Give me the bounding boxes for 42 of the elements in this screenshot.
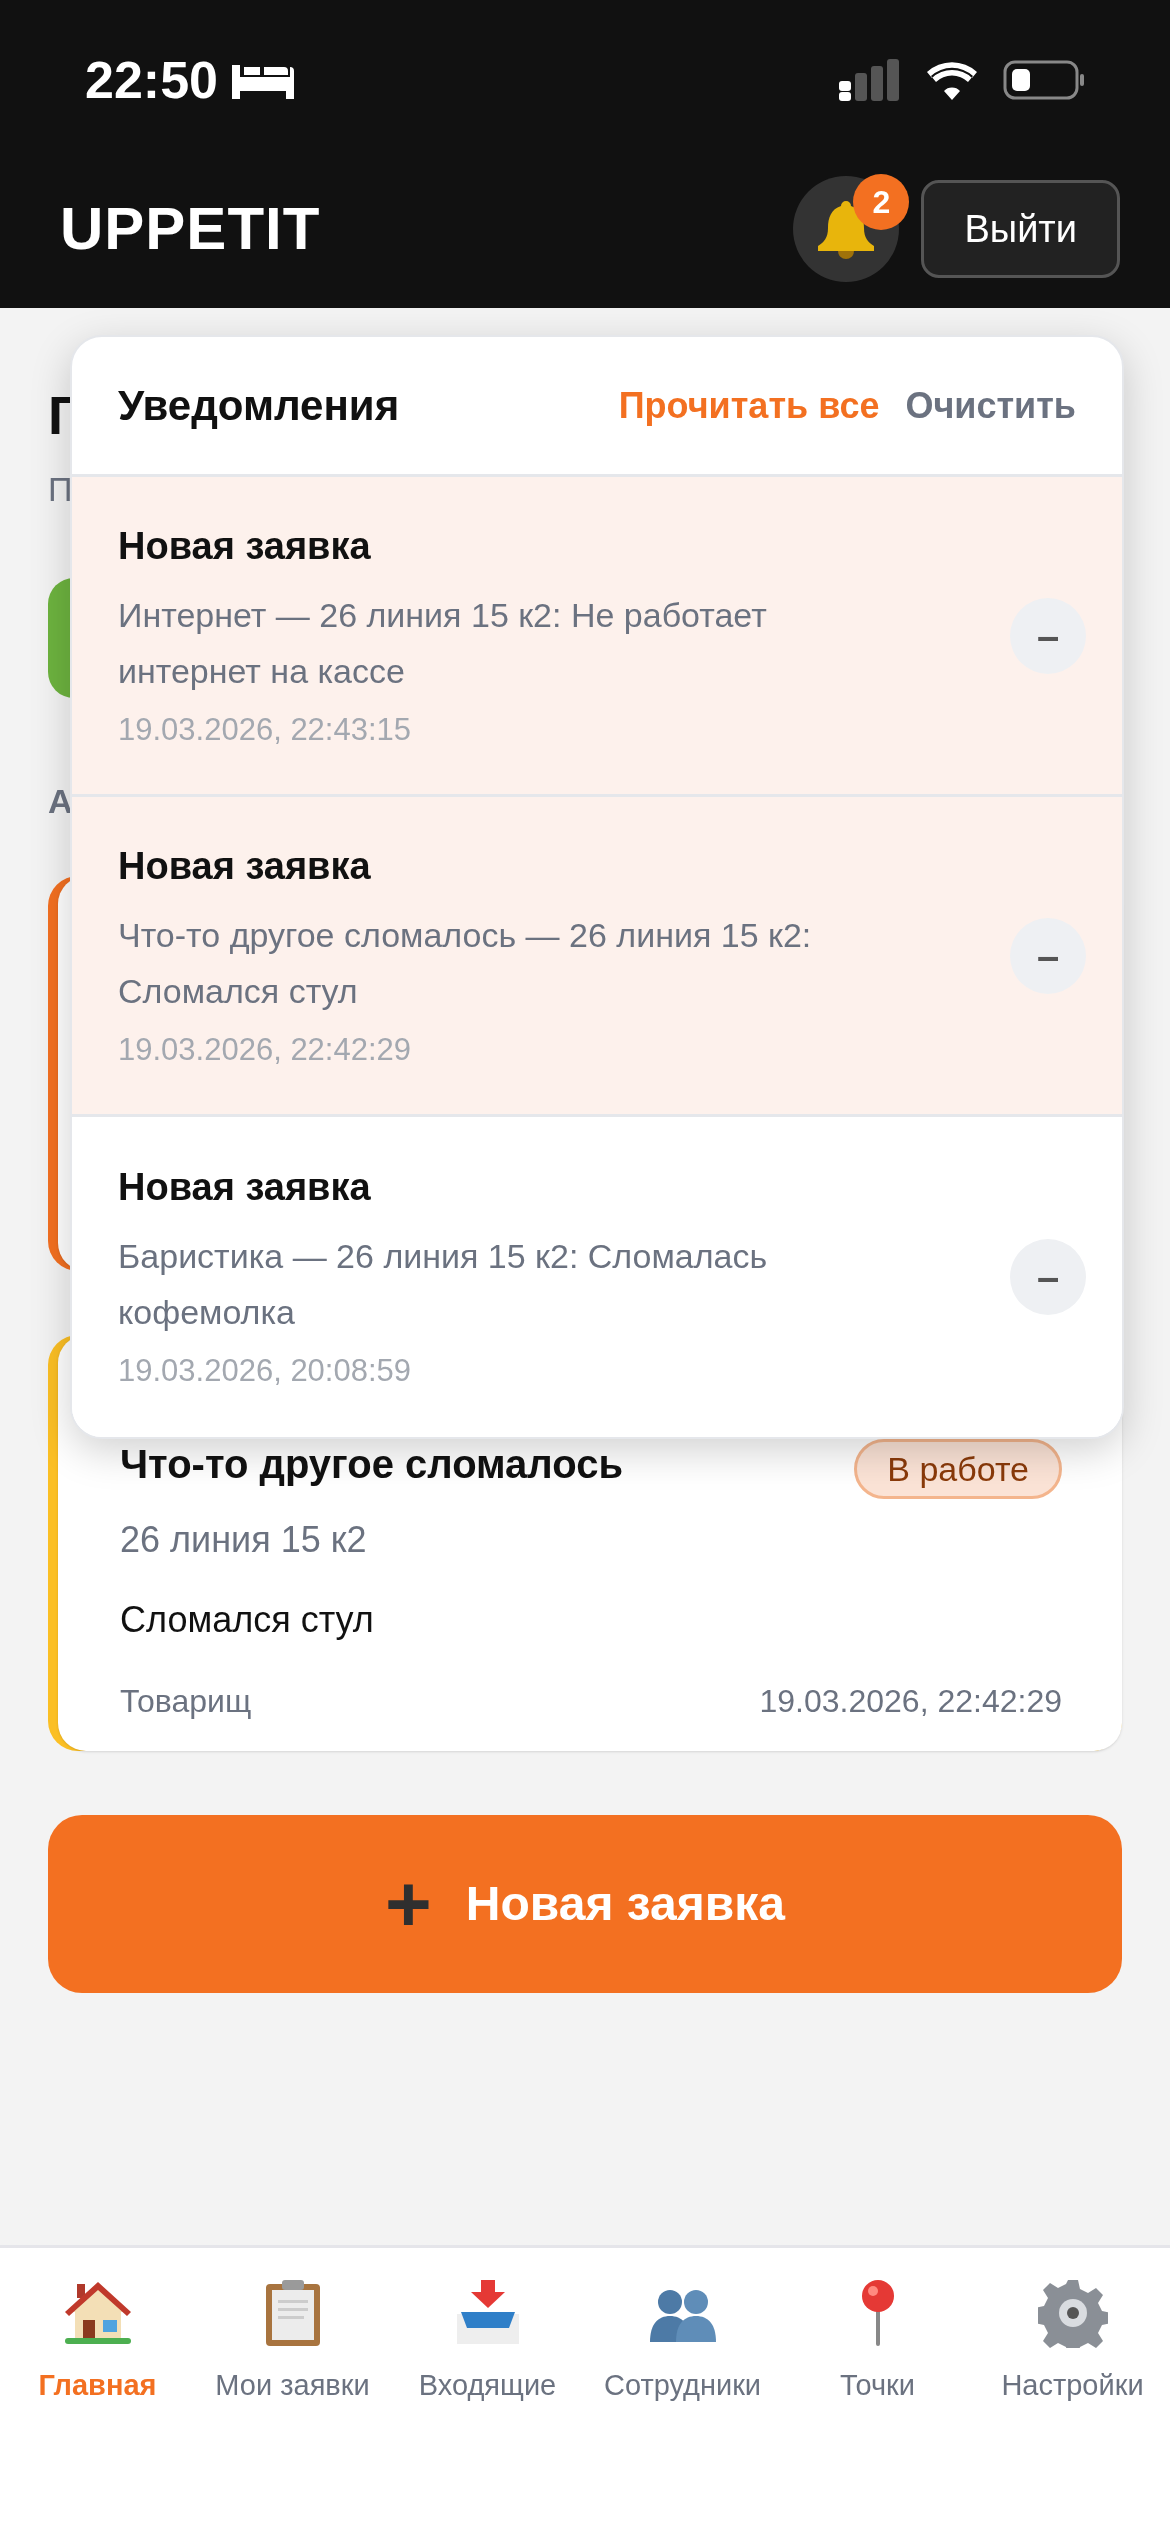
request-author: Товарищ <box>120 1682 252 1721</box>
status-time: 22:50 <box>85 50 218 111</box>
notification-item[interactable]: Новая заявка Интернет — 26 линия 15 к2: Не работает интернет на кассе 19.03.2026, 22:43:15 – <box>72 477 1122 797</box>
panel-title: Уведомления <box>118 381 400 431</box>
notification-time: 19.03.2026, 22:43:15 <box>118 710 413 749</box>
notification-text: Что-то другое сломалось — 26 линия 15 к2: Сломался стул <box>118 914 813 1012</box>
nav-tab[interactable]: Мои заявки <box>195 2278 390 2408</box>
notification-title: Новая заявка <box>118 523 372 569</box>
logout-button[interactable]: Выйти <box>921 180 1120 278</box>
request-address: 26 линия 15 к2 <box>120 1518 368 1562</box>
nav-tab[interactable]: Главная <box>0 2278 195 2408</box>
logo: UPPETIT <box>60 194 321 264</box>
plus-icon: + <box>385 1864 432 1944</box>
page-subtitle: П <box>48 472 74 506</box>
notification-text: Интернет — 26 линия 15 к2: Не работает интернет на кассе <box>118 594 768 692</box>
new-request-button[interactable]: + Новая заявка <box>48 1815 1122 1993</box>
dismiss-button[interactable]: – <box>1010 1239 1086 1315</box>
clear-link[interactable]: Очистить <box>905 378 1076 433</box>
nav-tab[interactable]: Точки <box>780 2278 975 2408</box>
request-title: Что-то другое сломалось <box>120 1441 623 1488</box>
section-label: А <box>48 784 74 818</box>
nav-tab[interactable]: Входящие <box>390 2278 585 2408</box>
notification-title: Новая заявка <box>118 1165 372 1211</box>
notification-text: Баристика — 26 линия 15 к2: Сломалась кофемолка <box>118 1236 769 1334</box>
notification-item[interactable]: Новая заявка Что-то другое сломалось — 26 линия 15 к2: Сломался стул 19.03.2026, 22:42:29 – <box>72 797 1122 1117</box>
request-time: 19.03.2026, 22:42:29 <box>759 1682 1062 1721</box>
dismiss-button[interactable]: – <box>1010 917 1086 994</box>
battery-icon <box>1003 60 1085 100</box>
notification-item[interactable]: Новая заявка Баристика — 26 линия 15 к2: Сломалась кофемолка 19.03.2026, 20:08:59 – <box>72 1117 1122 1437</box>
notification-count-badge: 2 <box>853 174 910 230</box>
read-all-link[interactable]: Прочитать все <box>618 378 880 433</box>
notification-time: 19.03.2026, 20:08:59 <box>118 1352 413 1391</box>
notification-time: 19.03.2026, 22:42:29 <box>118 1030 413 1069</box>
request-description: Сломался стул <box>120 1598 375 1642</box>
dismiss-button[interactable]: – <box>1010 597 1086 674</box>
nav-tab[interactable]: Настройки <box>975 2278 1170 2408</box>
gear-icon <box>1037 2278 1108 2348</box>
nav-tab[interactable]: Сотрудники <box>585 2278 780 2408</box>
notification-title: Новая заявка <box>118 843 372 889</box>
signal-icon <box>839 59 901 101</box>
status-badge: В работе <box>854 1439 1062 1499</box>
wifi-icon <box>925 60 979 100</box>
